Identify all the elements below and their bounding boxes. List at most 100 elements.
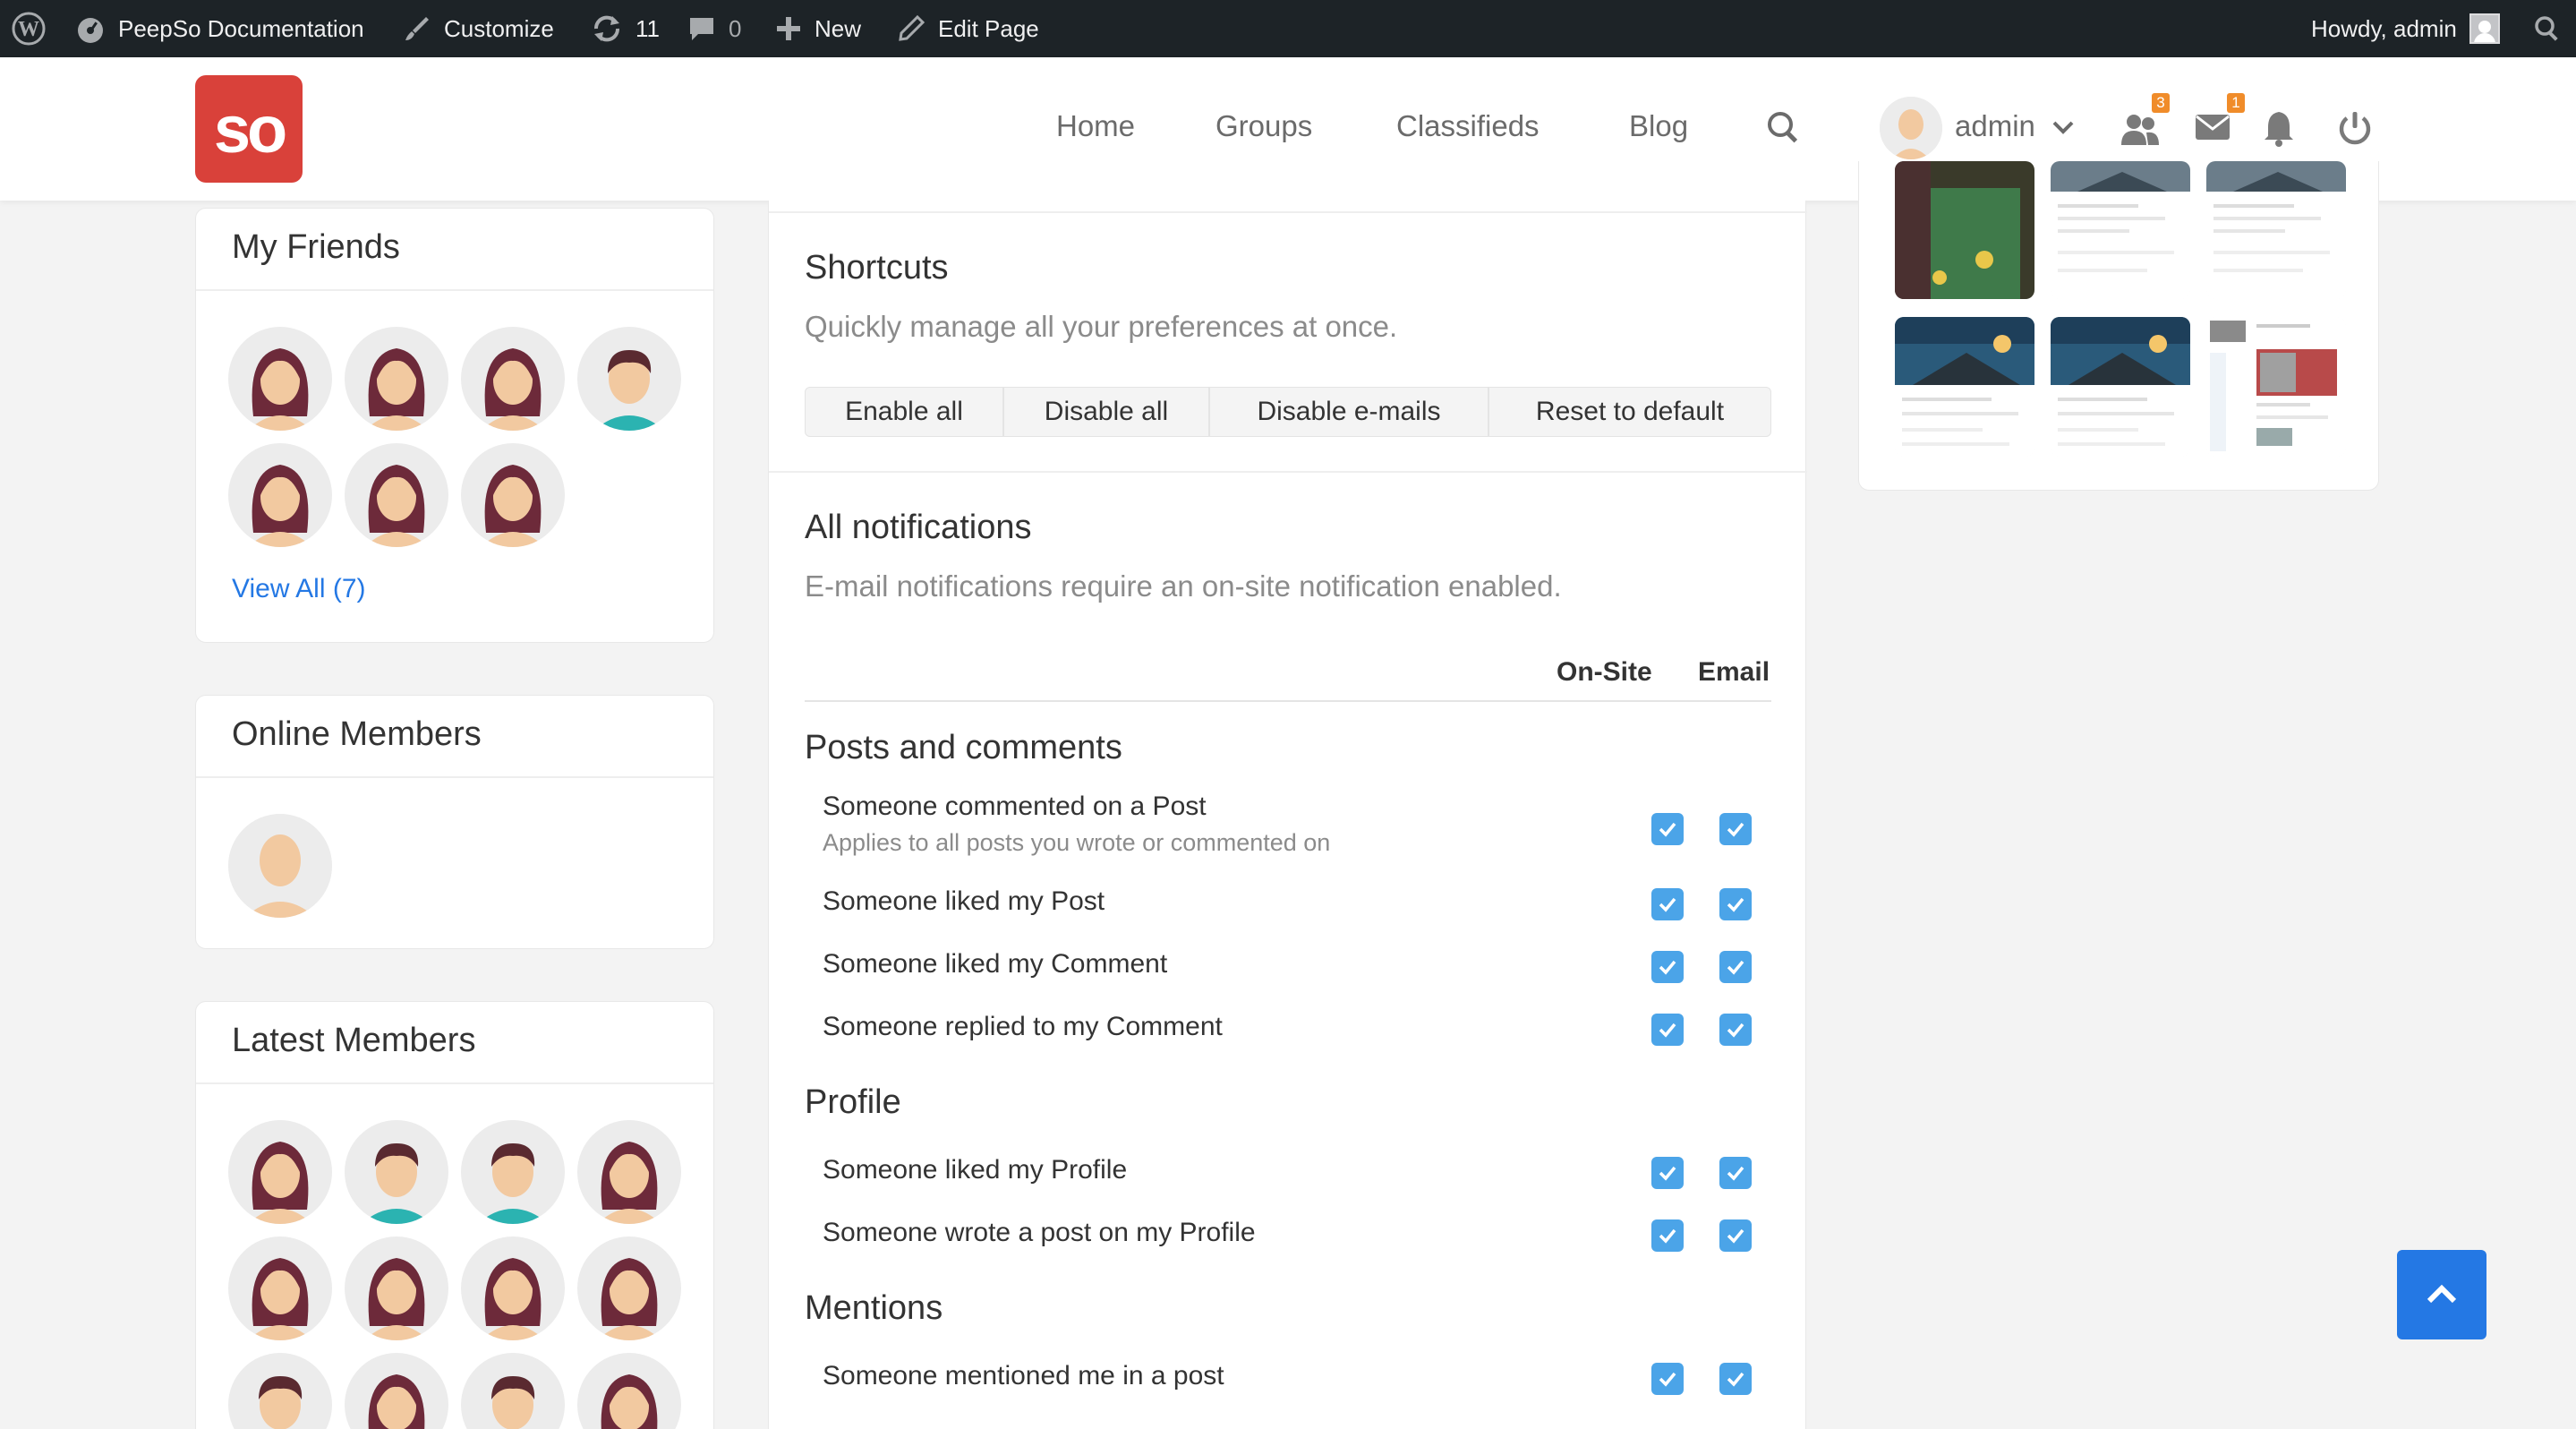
check-icon: [1659, 1166, 1676, 1181]
new-label: New: [815, 14, 862, 42]
latest-member-avatar[interactable]: [345, 1120, 448, 1224]
logout-power-icon[interactable]: [2336, 109, 2374, 147]
section-mentions: Mentions: [805, 1289, 943, 1327]
user-name[interactable]: admin: [1955, 109, 2035, 143]
photo-thumbnail[interactable]: [2051, 161, 2190, 299]
svg-text:W: W: [18, 18, 39, 41]
photo-thumbnail[interactable]: [2206, 161, 2346, 299]
updates-link[interactable]: 11: [591, 0, 660, 57]
site-name-link[interactable]: PeepSo Documentation: [75, 0, 364, 57]
nav-blog[interactable]: Blog: [1629, 109, 1688, 143]
messages-badge: 1: [2227, 93, 2245, 113]
check-icon: [1659, 897, 1676, 912]
friend-avatar[interactable]: [345, 443, 448, 547]
latest-member-avatar[interactable]: [461, 1353, 565, 1429]
row-liked-post-label: Someone liked my Post: [823, 886, 1105, 916]
check-icon: [1659, 1228, 1676, 1244]
enable-all-button[interactable]: Enable all: [806, 388, 1004, 436]
latest-member-avatar[interactable]: [345, 1236, 448, 1340]
latest-member-avatar[interactable]: [577, 1120, 681, 1224]
pencil-icon: [899, 14, 925, 41]
liked-profile-onsite-checkbox[interactable]: [1651, 1157, 1684, 1189]
latest-member-avatar[interactable]: [577, 1236, 681, 1340]
friend-avatar[interactable]: [228, 443, 332, 547]
nav-classifieds[interactable]: Classifieds: [1396, 109, 1540, 143]
messages-icon[interactable]: [2195, 113, 2231, 141]
photo-thumbnail[interactable]: [1895, 317, 2034, 457]
liked-profile-email-checkbox[interactable]: [1719, 1157, 1752, 1189]
latest-members-title: Latest Members: [196, 1002, 713, 1084]
edit-page-label: Edit Page: [938, 14, 1039, 42]
chevron-down-icon[interactable]: [2051, 118, 2075, 138]
wordpress-logo-icon[interactable]: W: [11, 0, 47, 57]
photo-thumbnail[interactable]: [2051, 317, 2190, 457]
row-commented-hint: Applies to all posts you wrote or commen…: [823, 829, 1331, 856]
friend-avatar[interactable]: [461, 327, 565, 431]
search-icon[interactable]: [1765, 109, 1803, 147]
liked-comment-onsite-checkbox[interactable]: [1651, 951, 1684, 983]
brush-icon: [405, 17, 429, 40]
bell-icon[interactable]: [2263, 109, 2295, 147]
latest-member-avatar[interactable]: [461, 1236, 565, 1340]
disable-emails-button[interactable]: Disable e-mails: [1210, 388, 1489, 436]
dashboard-icon: [78, 18, 103, 43]
my-friends-widget: My Friends View All (7): [195, 208, 714, 643]
latest-member-avatar[interactable]: [577, 1353, 681, 1429]
view-all-friends-link[interactable]: View All (7): [232, 574, 366, 604]
check-icon: [1727, 1166, 1744, 1181]
friend-avatar[interactable]: [228, 327, 332, 431]
divider: [769, 471, 1807, 473]
photo-thumbnail[interactable]: [1895, 161, 2034, 299]
online-member-avatar[interactable]: [228, 814, 332, 918]
new-content-link[interactable]: New: [775, 0, 861, 57]
edit-page-link[interactable]: Edit Page: [897, 0, 1039, 57]
user-avatar[interactable]: [1880, 97, 1942, 159]
customize-link[interactable]: Customize: [403, 0, 554, 57]
nav-groups[interactable]: Groups: [1215, 109, 1312, 143]
comment-icon: [690, 18, 713, 40]
photo-thumbnail[interactable]: [2206, 317, 2346, 457]
latest-members-widget: Latest Members: [195, 1001, 714, 1429]
friend-avatar[interactable]: [461, 443, 565, 547]
latest-member-avatar[interactable]: [228, 1353, 332, 1429]
mentioned-email-checkbox[interactable]: [1719, 1363, 1752, 1395]
my-account-link[interactable]: Howdy, admin: [2311, 0, 2500, 57]
replied-onsite-checkbox[interactable]: [1651, 1014, 1684, 1046]
scroll-to-top-button[interactable]: [2397, 1250, 2486, 1339]
nav-home[interactable]: Home: [1056, 109, 1135, 143]
check-icon: [1659, 1372, 1676, 1387]
disable-all-button[interactable]: Disable all: [1004, 388, 1210, 436]
latest-member-avatar[interactable]: [345, 1353, 448, 1429]
wrote-profile-email-checkbox[interactable]: [1719, 1219, 1752, 1252]
peepso-logo[interactable]: so: [195, 75, 303, 183]
latest-member-avatar[interactable]: [228, 1120, 332, 1224]
wp-admin-bar: W PeepSo Documentation Customize 11 0 Ne…: [0, 0, 2576, 57]
liked-comment-email-checkbox[interactable]: [1719, 951, 1752, 983]
latest-member-avatar[interactable]: [228, 1236, 332, 1340]
wrote-profile-onsite-checkbox[interactable]: [1651, 1219, 1684, 1252]
reset-to-default-button[interactable]: Reset to default: [1489, 388, 1770, 436]
divider: [769, 211, 1807, 213]
friends-icon[interactable]: [2120, 111, 2161, 147]
onsite-column-header: On-Site: [1557, 657, 1652, 687]
row-replied-label: Someone replied to my Comment: [823, 1012, 1223, 1041]
liked-post-onsite-checkbox[interactable]: [1651, 888, 1684, 920]
commented-onsite-checkbox[interactable]: [1651, 813, 1684, 845]
friend-avatar[interactable]: [345, 327, 448, 431]
shortcuts-button-group: Enable all Disable all Disable e-mails R…: [805, 387, 1771, 437]
latest-member-avatar[interactable]: [461, 1120, 565, 1224]
liked-post-email-checkbox[interactable]: [1719, 888, 1752, 920]
notification-preferences-panel: Shortcuts Quickly manage all your prefer…: [768, 201, 1807, 1429]
check-icon: [1727, 1372, 1744, 1387]
chevron-up-icon: [2427, 1284, 2457, 1304]
friend-avatar[interactable]: [577, 327, 681, 431]
comments-link[interactable]: 0: [687, 0, 741, 57]
customize-label: Customize: [444, 14, 554, 42]
photos-widget: [1858, 161, 2379, 491]
mentioned-onsite-checkbox[interactable]: [1651, 1363, 1684, 1395]
adminbar-search-icon[interactable]: [2533, 0, 2562, 57]
replied-email-checkbox[interactable]: [1719, 1014, 1752, 1046]
row-liked-comment-label: Someone liked my Comment: [823, 949, 1168, 979]
commented-email-checkbox[interactable]: [1719, 813, 1752, 845]
friends-badge: 3: [2152, 93, 2170, 113]
